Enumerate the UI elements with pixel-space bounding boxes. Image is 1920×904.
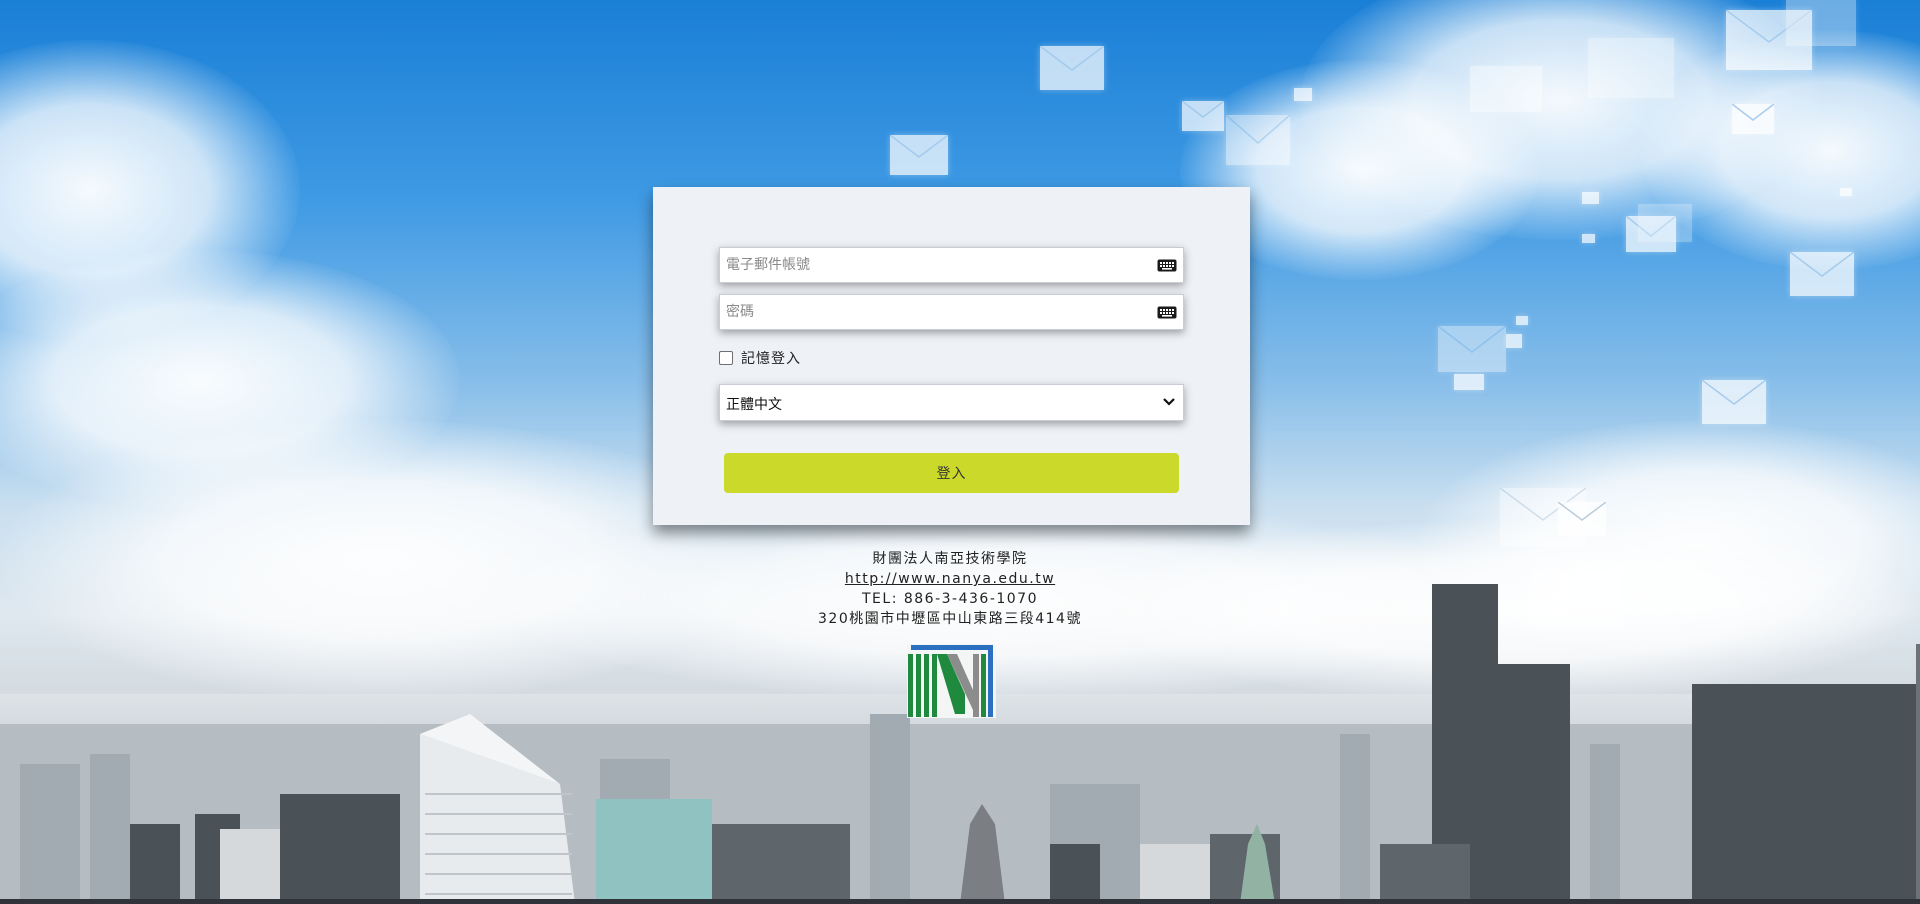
envelope-icon bbox=[1790, 252, 1854, 296]
envelope-icon bbox=[1588, 38, 1674, 98]
email-field-wrapper bbox=[719, 247, 1184, 283]
email-input[interactable] bbox=[720, 248, 1152, 282]
envelope-icon bbox=[1454, 374, 1484, 390]
envelope-icon bbox=[1182, 101, 1224, 131]
password-field-wrapper bbox=[719, 294, 1184, 330]
envelope-icon bbox=[1294, 88, 1312, 101]
website-link[interactable]: http://www.nanya.edu.tw bbox=[845, 571, 1055, 587]
login-panel: 記憶登入 正體中文 登入 bbox=[653, 187, 1250, 525]
school-info: 財團法人南亞技術學院 http://www.nanya.edu.tw TEL: … bbox=[760, 549, 1140, 629]
remember-checkbox[interactable] bbox=[719, 351, 733, 365]
language-selected-value[interactable]: 正體中文 bbox=[726, 394, 782, 414]
keyboard-icon[interactable] bbox=[1157, 306, 1177, 319]
org-name: 財團法人南亞技術學院 bbox=[872, 551, 1028, 567]
telephone: TEL: 886-3-436-1070 bbox=[862, 591, 1038, 607]
envelope-icon bbox=[1582, 234, 1595, 243]
envelope-icon bbox=[1702, 380, 1766, 424]
school-logo bbox=[907, 644, 996, 718]
envelope-icon bbox=[1438, 326, 1506, 372]
envelope-icon bbox=[1226, 115, 1290, 165]
login-button[interactable]: 登入 bbox=[724, 453, 1179, 493]
chevron-down-icon[interactable] bbox=[1163, 397, 1175, 407]
envelope-icon bbox=[1040, 46, 1104, 90]
envelope-icon bbox=[1516, 316, 1528, 325]
envelope-icon bbox=[1732, 104, 1774, 134]
language-select[interactable]: 正體中文 bbox=[719, 384, 1184, 421]
envelope-icon bbox=[1558, 502, 1606, 536]
address: 320桃園市中壢區中山東路三段414號 bbox=[818, 611, 1082, 627]
login-page-background: 記憶登入 正體中文 登入 財團法人南亞技術學院 http://www.nanya… bbox=[0, 0, 1920, 904]
keyboard-icon[interactable] bbox=[1157, 259, 1177, 272]
envelope-icon bbox=[1506, 334, 1522, 348]
envelope-icon bbox=[1638, 204, 1692, 242]
remember-label[interactable]: 記憶登入 bbox=[741, 348, 801, 368]
envelope-icon bbox=[1786, 0, 1856, 46]
envelope-icon bbox=[1470, 66, 1542, 112]
bottom-bar bbox=[0, 899, 1920, 904]
envelope-icon bbox=[1582, 192, 1599, 204]
envelope-icon bbox=[1840, 188, 1852, 196]
remember-login[interactable]: 記憶登入 bbox=[719, 348, 801, 368]
password-input[interactable] bbox=[720, 295, 1152, 329]
envelope-icon bbox=[890, 135, 948, 175]
